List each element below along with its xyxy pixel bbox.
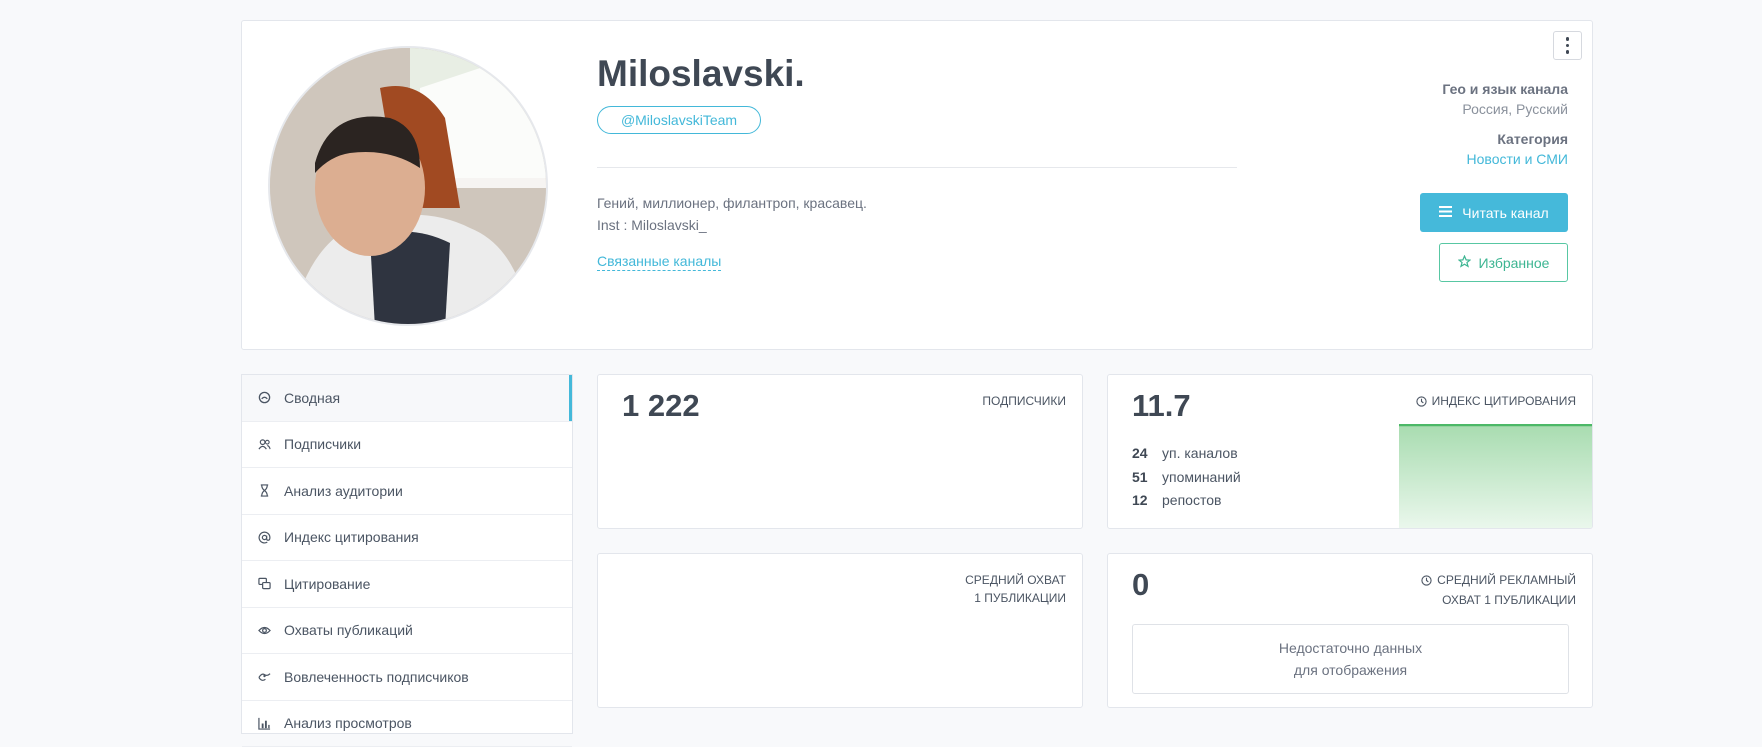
hourglass-icon (257, 484, 271, 498)
ad-reach-label-line1: СРЕДНИЙ РЕКЛАМНЫЙ (1437, 573, 1576, 587)
avg-reach-label: СРЕДНИЙ ОХВАТ 1 ПУБЛИКАЦИИ (965, 571, 1066, 607)
no-data-line2: для отображения (1133, 659, 1568, 681)
citation-index-label-wrap: ИНДЕКС ЦИТИРОВАНИЯ (1416, 392, 1576, 412)
no-data-line1: Недостаточно данных (1133, 637, 1568, 659)
bar-chart-icon (257, 716, 271, 730)
list-icon (1439, 205, 1452, 221)
citation-index-card: 11.7 ИНДЕКС ЦИТИРОВАНИЯ 24уп. каналов 51… (1107, 374, 1593, 529)
citation-stats: 24уп. каналов 51упоминаний 12репостов (1132, 442, 1241, 513)
sidebar-item-label: Индекс цитирования (284, 529, 419, 545)
favorite-label: Избранное (1479, 255, 1550, 271)
category-link[interactable]: Новости и СМИ (1467, 151, 1568, 167)
clock-icon (1421, 573, 1432, 591)
sidebar-item-citing[interactable]: Цитирование (242, 561, 572, 608)
sidebar-item-citation-index[interactable]: Индекс цитирования (242, 515, 572, 562)
stat-row: 24уп. каналов (1132, 442, 1241, 466)
ad-reach-label: СРЕДНИЙ РЕКЛАМНЫЙ ОХВАТ 1 ПУБЛИКАЦИИ (1421, 571, 1576, 609)
geo-heading: Гео и язык канала (1442, 81, 1568, 97)
avg-reach-label-line1: СРЕДНИЙ ОХВАТ (965, 571, 1066, 589)
channel-description-line1: Гений, миллионер, филантроп, красавец. (597, 195, 867, 211)
avg-reach-label-line2: 1 ПУБЛИКАЦИИ (965, 589, 1066, 607)
channel-profile-card: Miloslavski. @MiloslavskiTeam Гений, мил… (241, 20, 1593, 350)
ad-reach-value: 0 (1132, 567, 1149, 603)
sidebar-item-label: Вовлеченность подписчиков (284, 669, 469, 685)
sidebar-item-audience[interactable]: Анализ аудитории (242, 468, 572, 515)
channel-title: Miloslavski. (597, 53, 805, 95)
stat-text: уп. каналов (1162, 445, 1238, 461)
stat-row: 51упоминаний (1132, 466, 1241, 490)
sidebar-item-reach[interactable]: Охваты публикаций (242, 608, 572, 655)
sidebar-item-label: Цитирование (284, 576, 370, 592)
sidebar-item-label: Охваты публикаций (284, 622, 413, 638)
subscribers-count: 1 222 (622, 388, 700, 424)
at-icon (257, 530, 271, 544)
users-icon (257, 437, 271, 451)
sidebar-item-label: Подписчики (284, 436, 361, 452)
read-channel-label: Читать канал (1462, 205, 1548, 221)
quote-icon (257, 577, 271, 591)
sidebar-nav: Сводная Подписчики Анализ аудитории Инде… (241, 374, 573, 734)
read-channel-button[interactable]: Читать канал (1420, 193, 1568, 232)
avg-reach-card: СРЕДНИЙ ОХВАТ 1 ПУБЛИКАЦИИ (597, 553, 1083, 708)
sidebar-item-summary[interactable]: Сводная (242, 375, 572, 422)
eye-icon (257, 623, 271, 637)
channel-avatar (268, 46, 548, 326)
sidebar-item-subscribers[interactable]: Подписчики (242, 422, 572, 469)
geo-value: Россия, Русский (1462, 101, 1568, 117)
favorite-button[interactable]: Избранное (1439, 243, 1568, 282)
sidebar-item-views[interactable]: Анализ просмотров (242, 701, 572, 747)
stat-number: 24 (1132, 442, 1162, 466)
stat-number: 51 (1132, 466, 1162, 490)
clock-icon (1416, 394, 1427, 412)
dashboard-icon (257, 391, 271, 405)
star-icon (1458, 255, 1471, 271)
subscribers-label: ПОДПИСЧИКИ (982, 392, 1066, 410)
divider (597, 167, 1237, 168)
channel-handle-link[interactable]: @MiloslavskiTeam (597, 106, 761, 134)
citation-index-label: ИНДЕКС ЦИТИРОВАНИЯ (1432, 394, 1576, 408)
engagement-icon (257, 670, 271, 684)
channel-description-line2: Inst : Miloslavski_ (597, 217, 707, 233)
sidebar-item-label: Анализ аудитории (284, 483, 403, 499)
stat-row: 12репостов (1132, 489, 1241, 513)
sidebar-item-engagement[interactable]: Вовлеченность подписчиков (242, 654, 572, 701)
more-options-button[interactable] (1553, 31, 1582, 60)
citation-index-value: 11.7 (1132, 388, 1191, 424)
citation-mini-chart (1399, 424, 1592, 528)
subscribers-card: 1 222 ПОДПИСЧИКИ (597, 374, 1083, 529)
stat-number: 12 (1132, 489, 1162, 513)
ad-reach-card: 0 СРЕДНИЙ РЕКЛАМНЫЙ ОХВАТ 1 ПУБЛИКАЦИИ Н… (1107, 553, 1593, 708)
sidebar-item-label: Сводная (284, 390, 340, 406)
stat-text: упоминаний (1162, 469, 1241, 485)
no-data-message: Недостаточно данных для отображения (1132, 624, 1569, 694)
ad-reach-label-line2: ОХВАТ 1 ПУБЛИКАЦИИ (1421, 591, 1576, 609)
stat-text: репостов (1162, 492, 1221, 508)
category-heading: Категория (1497, 131, 1568, 147)
related-channels-link[interactable]: Связанные каналы (597, 253, 721, 271)
